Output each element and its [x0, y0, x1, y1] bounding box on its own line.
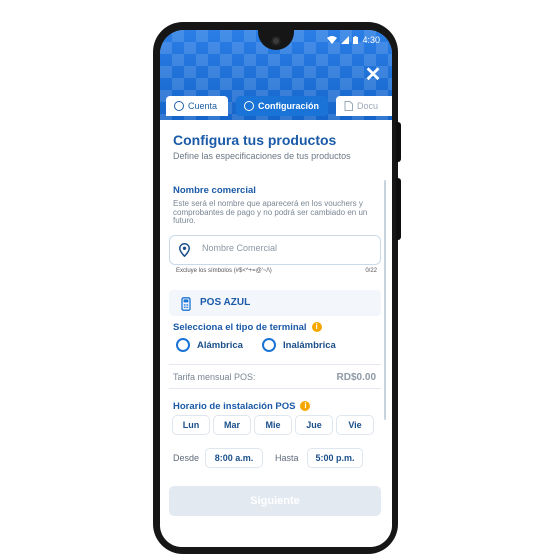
- tab-cuenta[interactable]: Cuenta: [166, 96, 228, 116]
- scrollbar[interactable]: [384, 180, 386, 420]
- from-label: Desde: [173, 453, 200, 463]
- character-counter: 0/22: [365, 268, 377, 274]
- dollar-icon: [174, 101, 184, 111]
- day-selector: Lun Mar Mie Jue Vie: [173, 416, 373, 434]
- from-time-select[interactable]: 8:00 a.m.: [206, 449, 262, 467]
- status-time: 4:30: [362, 35, 380, 45]
- radio-inalambrica[interactable]: Inalámbrica: [262, 338, 336, 352]
- power-button: [396, 178, 401, 240]
- document-icon: [344, 101, 353, 111]
- info-icon[interactable]: i: [300, 401, 311, 412]
- day-lun[interactable]: Lun: [173, 416, 209, 434]
- phone-screen: 4:30 ✕ Cuenta Configuración Docu Configu…: [160, 30, 392, 547]
- page-subtitle: Define las especificaciones de tus produ…: [173, 151, 351, 161]
- location-pin-icon: [179, 243, 190, 257]
- battery-icon: [353, 36, 359, 44]
- commercial-name-label: Nombre comercial: [173, 185, 256, 196]
- pos-section-header: POS AZUL: [169, 290, 381, 316]
- tab-label: Docu: [357, 101, 379, 111]
- day-vie[interactable]: Vie: [337, 416, 373, 434]
- next-button[interactable]: Siguiente: [169, 486, 381, 516]
- commercial-name-input[interactable]: [200, 242, 374, 254]
- radio-circle[interactable]: [262, 338, 276, 352]
- divider: [169, 388, 381, 389]
- tab-bar: Cuenta Configuración Docu: [160, 96, 392, 118]
- day-mar[interactable]: Mar: [214, 416, 250, 434]
- pos-section-title: POS AZUL: [200, 297, 251, 308]
- tab-documentos[interactable]: Docu: [336, 96, 392, 116]
- day-mie[interactable]: Mie: [255, 416, 291, 434]
- page-title: Configura tus productos: [173, 132, 337, 148]
- signal-icon: [341, 36, 350, 44]
- monthly-fee-value: RD$0.00: [336, 372, 376, 383]
- close-icon[interactable]: ✕: [364, 65, 382, 85]
- wifi-icon: [327, 36, 338, 44]
- form-card: Configura tus productos Define las espec…: [160, 120, 392, 547]
- tab-label: Configuración: [258, 101, 319, 111]
- info-icon[interactable]: i: [311, 322, 322, 333]
- day-jue[interactable]: Jue: [296, 416, 332, 434]
- monthly-fee-label: Tarifa mensual POS:: [173, 372, 256, 382]
- volume-button: [396, 122, 401, 162]
- installation-schedule-label: Horario de instalación POS i: [173, 401, 311, 412]
- radio-label: Inalámbrica: [283, 339, 336, 351]
- to-time-select[interactable]: 5:00 p.m.: [308, 449, 362, 467]
- pos-terminal-icon: [181, 297, 191, 311]
- radio-circle[interactable]: [176, 338, 190, 352]
- radio-alambrica[interactable]: Alámbrica: [176, 338, 243, 352]
- status-bar: 4:30: [327, 35, 380, 45]
- terminal-type-label: Selecciona el tipo de terminal i: [173, 322, 322, 333]
- radio-label: Alámbrica: [197, 339, 243, 351]
- terminal-type-text: Selecciona el tipo de terminal: [173, 322, 307, 333]
- camera-icon: [271, 36, 281, 46]
- tab-label: Cuenta: [188, 101, 218, 111]
- settings-icon: [244, 101, 254, 111]
- symbols-hint: Excluye los símbolos (#$<^+=@'~/\): [176, 268, 272, 274]
- to-label: Hasta: [275, 453, 299, 463]
- divider: [169, 364, 381, 365]
- commercial-name-description: Este será el nombre que aparecerá en los…: [173, 199, 368, 225]
- tab-configuracion[interactable]: Configuración: [236, 96, 328, 116]
- installation-schedule-text: Horario de instalación POS: [173, 401, 296, 412]
- commercial-name-field[interactable]: [169, 235, 381, 265]
